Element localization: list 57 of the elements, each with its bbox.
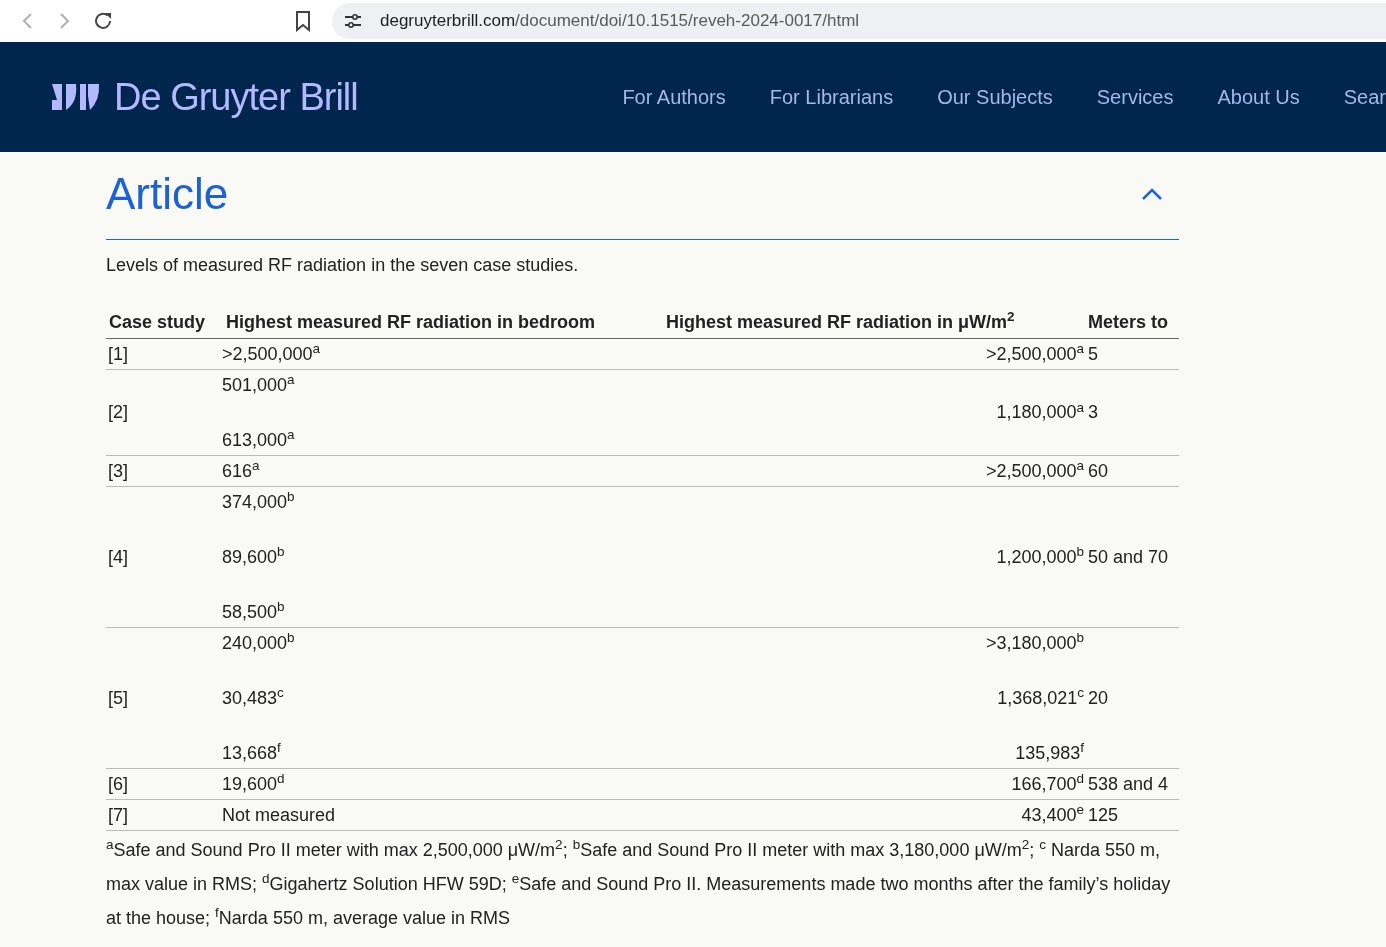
table-cell-text: [5] bbox=[107, 686, 129, 710]
section-title: Article bbox=[106, 168, 229, 220]
logo-mark-icon bbox=[52, 82, 100, 112]
table-cell-text: [6] bbox=[107, 772, 129, 796]
table-cell-text: 30,483$^{c}$ bbox=[222, 684, 284, 710]
bookmark-icon[interactable] bbox=[294, 10, 312, 32]
table-cell-text: 43,400$^{e}$ bbox=[1021, 801, 1084, 827]
table-cell-text: >3,180,000$^{b}$ bbox=[985, 629, 1084, 655]
table-cell-text: 240,000$^{b}$ bbox=[222, 629, 295, 655]
nav-link[interactable]: About Us bbox=[1217, 82, 1300, 112]
site-settings-icon[interactable] bbox=[344, 13, 362, 29]
table-cell-text: 1,368,021$^{c}$ bbox=[997, 684, 1084, 710]
nav-link[interactable]: Sear bbox=[1343, 82, 1386, 112]
table-cell-text: >2,500,000$^{a}$ bbox=[985, 340, 1084, 366]
column-header: Highest measured RF radiation in bedroom bbox=[225, 310, 597, 334]
table-cell-text: 60 bbox=[1088, 459, 1110, 483]
table-cell-text: 3 bbox=[1088, 401, 1099, 425]
table-cell-text: 166,700$^{d}$ bbox=[1011, 770, 1084, 796]
table-cell-text: 89,600$^{b}$ bbox=[222, 543, 285, 569]
table-cell-text: 501,000$^{a}$ bbox=[222, 371, 295, 397]
table-cell-text: 538 and 4 bbox=[1088, 772, 1170, 796]
table-cell-text: >2,500,000$^{a}$ bbox=[222, 340, 321, 366]
nav-link[interactable]: For Authors bbox=[622, 82, 726, 112]
table-cell-text: 374,000$^{b}$ bbox=[222, 488, 295, 514]
table-cell-text: 13,668$^{f}$ bbox=[222, 739, 281, 765]
table-cell-text: >2,500,000$^{a}$ bbox=[985, 457, 1084, 483]
column-header: Highest measured RF radiation in μW/m$^{2}$ bbox=[665, 308, 1016, 334]
table-cell-text: [4] bbox=[107, 545, 129, 569]
url-text: degruyterbrill.com/document/doi/10.1515/reveh-2024-0017/html bbox=[380, 10, 860, 33]
column-header: Meters to bbox=[1087, 310, 1169, 334]
table-cell-text: 20 bbox=[1088, 686, 1110, 710]
address-bar[interactable]: degruyterbrill.com/document/doi/10.1515/reveh-2024-0017/html bbox=[332, 3, 1386, 39]
table-cell-text: 616$^{a}$ bbox=[222, 457, 260, 483]
table-cell-text: 58,500$^{b}$ bbox=[222, 598, 285, 624]
table-footnote: $^{a}$Safe and Sound Pro II meter with max 2,500,000 μW/m$^{2}$; $^{b}$Safe and Sound Pro II meter with max 3,180,000 μW/m$^{2}$; $^{c}$ Narda 550 m, max value in RMS; $^{d}$Gigahertz Solution HFW 59D; $^{e}$Safe and Sound Pro II. Measurements made two months after the family’s holiday at the house; $^{f}$Narda 550 m, average value in RMS bbox=[106, 836, 1172, 930]
nav-link[interactable]: For Librarians bbox=[769, 82, 894, 112]
table-cell-text: Not measured bbox=[222, 803, 336, 827]
table-cell-text: [1] bbox=[107, 342, 129, 366]
table-cell-text: [2] bbox=[107, 401, 129, 425]
table-cell-text: 50 and 70 bbox=[1088, 545, 1170, 569]
table-cell-text: 19,600$^{d}$ bbox=[222, 770, 285, 796]
column-header: Case study bbox=[108, 310, 207, 334]
site-logo[interactable]: De Gruyter Brill bbox=[52, 68, 358, 126]
table-cell-text: 135,983$^{f}$ bbox=[1015, 739, 1084, 765]
table-cell-text: 1,200,000$^{b}$ bbox=[996, 543, 1084, 569]
nav-link[interactable]: Our Subjects bbox=[937, 82, 1053, 112]
table-cell-text: 613,000$^{a}$ bbox=[222, 426, 295, 452]
table-cell-text: 125 bbox=[1088, 803, 1120, 827]
table-caption: Levels of measured RF radiation in the seven case studies. bbox=[106, 253, 580, 277]
section-header[interactable]: Article bbox=[106, 152, 1179, 240]
nav-link[interactable]: Services bbox=[1096, 82, 1174, 112]
logo-text: De Gruyter Brill bbox=[114, 74, 358, 120]
table-cell-text: [7] bbox=[107, 803, 129, 827]
table-cell-text: [3] bbox=[107, 459, 129, 483]
table-cell-text: 1,180,000$^{a}$ bbox=[996, 398, 1084, 425]
table-cell-text: 5 bbox=[1088, 342, 1099, 366]
reload-icon[interactable] bbox=[92, 10, 114, 32]
